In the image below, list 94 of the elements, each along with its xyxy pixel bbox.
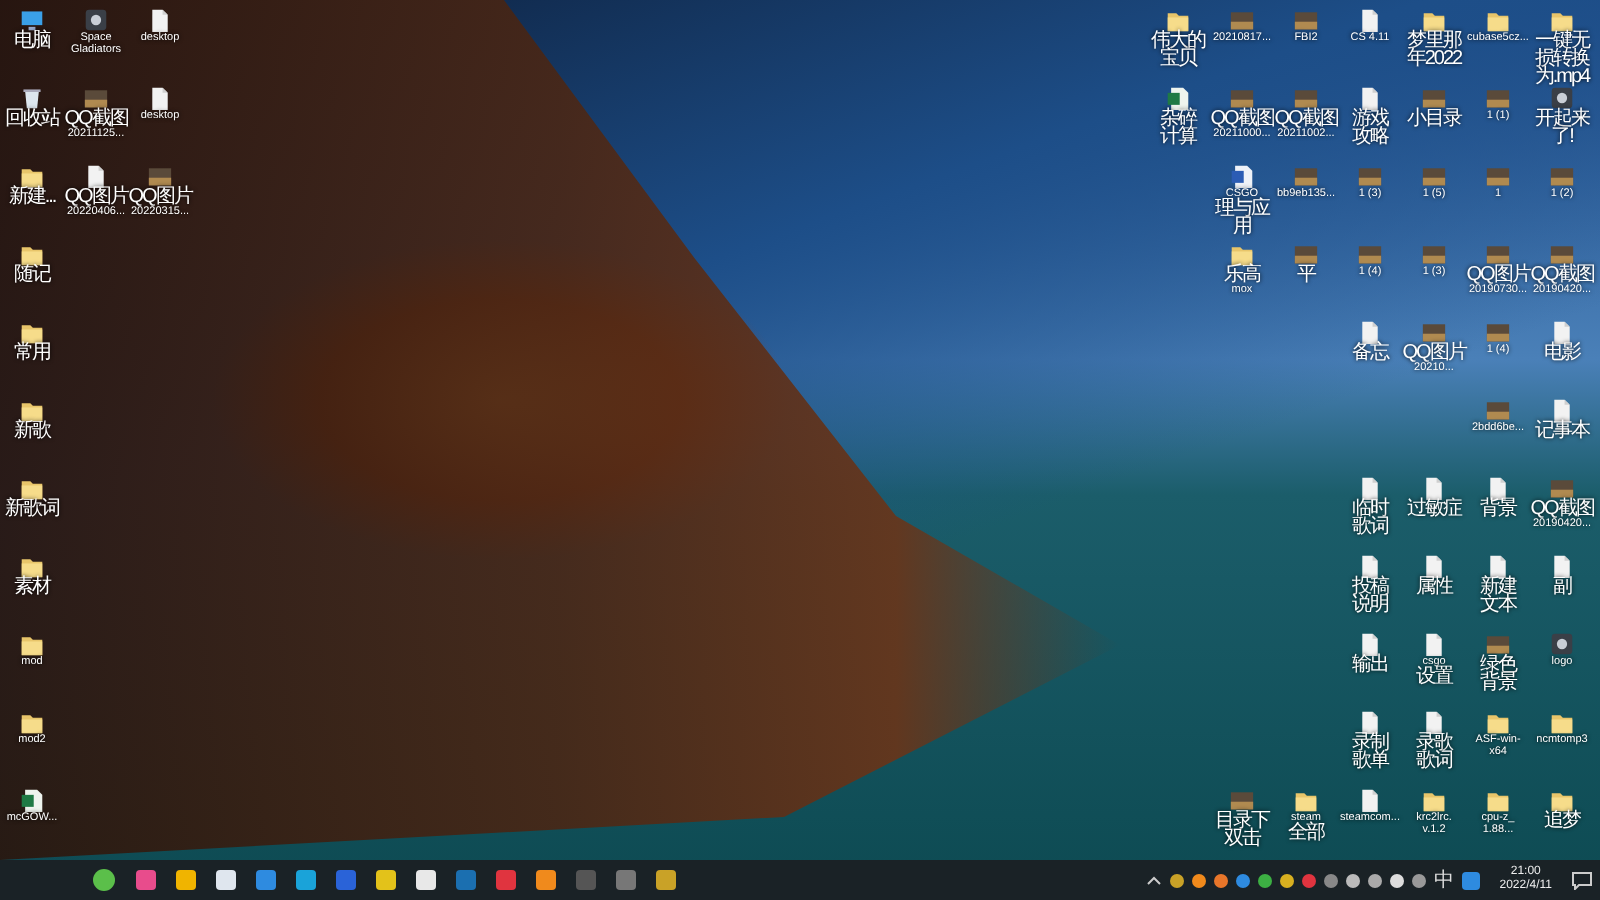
thumbnail-placeholder[interactable] xyxy=(84,86,108,110)
icon-label: 投稿 xyxy=(1352,578,1388,596)
thumbnail-placeholder[interactable] xyxy=(1550,242,1574,266)
icon-label: 平 xyxy=(1297,266,1315,284)
icon-label: 游戏 xyxy=(1352,110,1388,128)
icon-label: QQ图片 xyxy=(1402,344,1466,362)
icon-label: QQ截图 xyxy=(1530,266,1594,284)
thumbnail-placeholder[interactable] xyxy=(1422,320,1446,344)
thumbnail-placeholder[interactable] xyxy=(1486,320,1510,344)
icon-label: 损转换 xyxy=(1535,50,1589,68)
icon-label: QQ截图 xyxy=(64,110,128,128)
icon-label: 了! xyxy=(1551,128,1573,146)
thumbnail-placeholder[interactable] xyxy=(1486,164,1510,188)
icon-label: 新歌 xyxy=(14,422,50,440)
thumbnail-placeholder[interactable] xyxy=(148,164,172,188)
thumbnail-placeholder[interactable] xyxy=(1358,164,1382,188)
icon-label: 过敏症 xyxy=(1407,500,1461,518)
icon-label: 目录下 xyxy=(1215,812,1269,830)
icon-label: 梦里那 xyxy=(1407,32,1461,50)
icon-label: 理与应 xyxy=(1215,200,1269,218)
icon-label: 背景 xyxy=(1480,500,1516,518)
input-method-indicator[interactable]: 中 xyxy=(1433,866,1454,894)
icon-label: 新歌词 xyxy=(5,500,59,518)
thumbnail-placeholder[interactable] xyxy=(1358,242,1382,266)
icon-label: 年2022 xyxy=(1406,50,1462,68)
thumbnail-placeholder[interactable] xyxy=(1422,164,1446,188)
icon-label: 宝贝 xyxy=(1160,50,1196,68)
icon-label: 开起来 xyxy=(1535,110,1589,128)
icon-label: 随记 xyxy=(14,266,50,284)
icon-label: 歌词 xyxy=(1352,518,1388,536)
spreadsheet-icon[interactable] xyxy=(1166,86,1190,110)
thumbnail-placeholder[interactable] xyxy=(1230,8,1254,32)
icon-label: 计算 xyxy=(1160,128,1196,146)
thumbnail-placeholder[interactable] xyxy=(1486,632,1510,656)
icon-label: 新建... xyxy=(8,188,56,206)
start-icon[interactable] xyxy=(92,868,116,892)
icon-label: 副 xyxy=(1553,578,1571,596)
icon-label: 电脑 xyxy=(14,32,50,50)
icon-label: 攻略 xyxy=(1352,128,1388,146)
icon-label: 录制 xyxy=(1352,734,1388,752)
icon-label: 记事本 xyxy=(1535,422,1589,440)
icon-label: QQ图片 xyxy=(64,188,128,206)
icon-label: 常用 xyxy=(14,344,50,362)
icon-label: 素材 xyxy=(14,578,50,596)
icon-label: 设置 xyxy=(1416,668,1452,686)
icon-label: 双击 xyxy=(1224,830,1260,848)
thumbnail-placeholder[interactable] xyxy=(1422,242,1446,266)
icon-label: 歌词 xyxy=(1416,752,1452,770)
recycle-bin-icon[interactable] xyxy=(20,86,44,110)
icon-label: 乐高 xyxy=(1224,266,1260,284)
icon-label: 伟大的 xyxy=(1151,32,1205,50)
thumbnail-placeholder[interactable] xyxy=(1230,788,1254,812)
icon-label: 杂碎 xyxy=(1160,110,1196,128)
icon-label: 为.mp4 xyxy=(1534,68,1590,86)
thumbnail-placeholder[interactable] xyxy=(1294,8,1318,32)
icon-label: 用 xyxy=(1233,218,1251,236)
icon-label: 临时 xyxy=(1352,500,1388,518)
icon-label: QQ截图 xyxy=(1210,110,1274,128)
icon-label: 背景 xyxy=(1480,674,1516,692)
icon-label: 文本 xyxy=(1480,596,1516,614)
icon-label: 电影 xyxy=(1544,344,1580,362)
icon-label: 绿色 xyxy=(1480,656,1516,674)
icon-label: 一键无 xyxy=(1535,32,1589,50)
icon-label: 追梦 xyxy=(1544,812,1580,830)
icon-label: 录歌 xyxy=(1416,734,1452,752)
icon-label: 小目录 xyxy=(1407,110,1461,128)
app-icon[interactable] xyxy=(1461,871,1480,889)
icon-label: 新建 xyxy=(1480,578,1516,596)
icon-label: 说明 xyxy=(1352,596,1388,614)
thumbnail-placeholder[interactable] xyxy=(1550,164,1574,188)
icon-label: 歌单 xyxy=(1352,752,1388,770)
app-icon[interactable] xyxy=(1550,86,1574,110)
thumbnail-placeholder[interactable] xyxy=(1550,476,1574,500)
chevron-up-icon[interactable] xyxy=(1145,874,1162,886)
icon-label: QQ截图 xyxy=(1530,500,1594,518)
spreadsheet-icon[interactable] xyxy=(20,788,44,812)
icon-label: QQ图片 xyxy=(128,188,192,206)
icon-label: 属性 xyxy=(1416,578,1452,596)
thumbnail-placeholder[interactable] xyxy=(1422,86,1446,110)
thumbnail-placeholder[interactable] xyxy=(1230,86,1254,110)
notification-icon[interactable] xyxy=(1572,871,1592,889)
icon-label: 备忘 xyxy=(1352,344,1388,362)
icon-label: QQ截图 xyxy=(1274,110,1338,128)
thumbnail-placeholder[interactable] xyxy=(1486,86,1510,110)
thumbnail-placeholder[interactable] xyxy=(1294,86,1318,110)
icon-label: 全部 xyxy=(1288,824,1324,842)
icon-label: 回收站 xyxy=(5,110,59,128)
thumbnail-placeholder[interactable] xyxy=(1294,164,1318,188)
icon-label: 输出 xyxy=(1352,656,1388,674)
thumbnail-placeholder[interactable] xyxy=(1486,242,1510,266)
icon-label: QQ图片 xyxy=(1466,266,1530,284)
thumbnail-placeholder[interactable] xyxy=(1294,242,1318,266)
thumbnail-placeholder[interactable] xyxy=(1486,398,1510,422)
word-document-icon[interactable] xyxy=(1230,164,1254,188)
